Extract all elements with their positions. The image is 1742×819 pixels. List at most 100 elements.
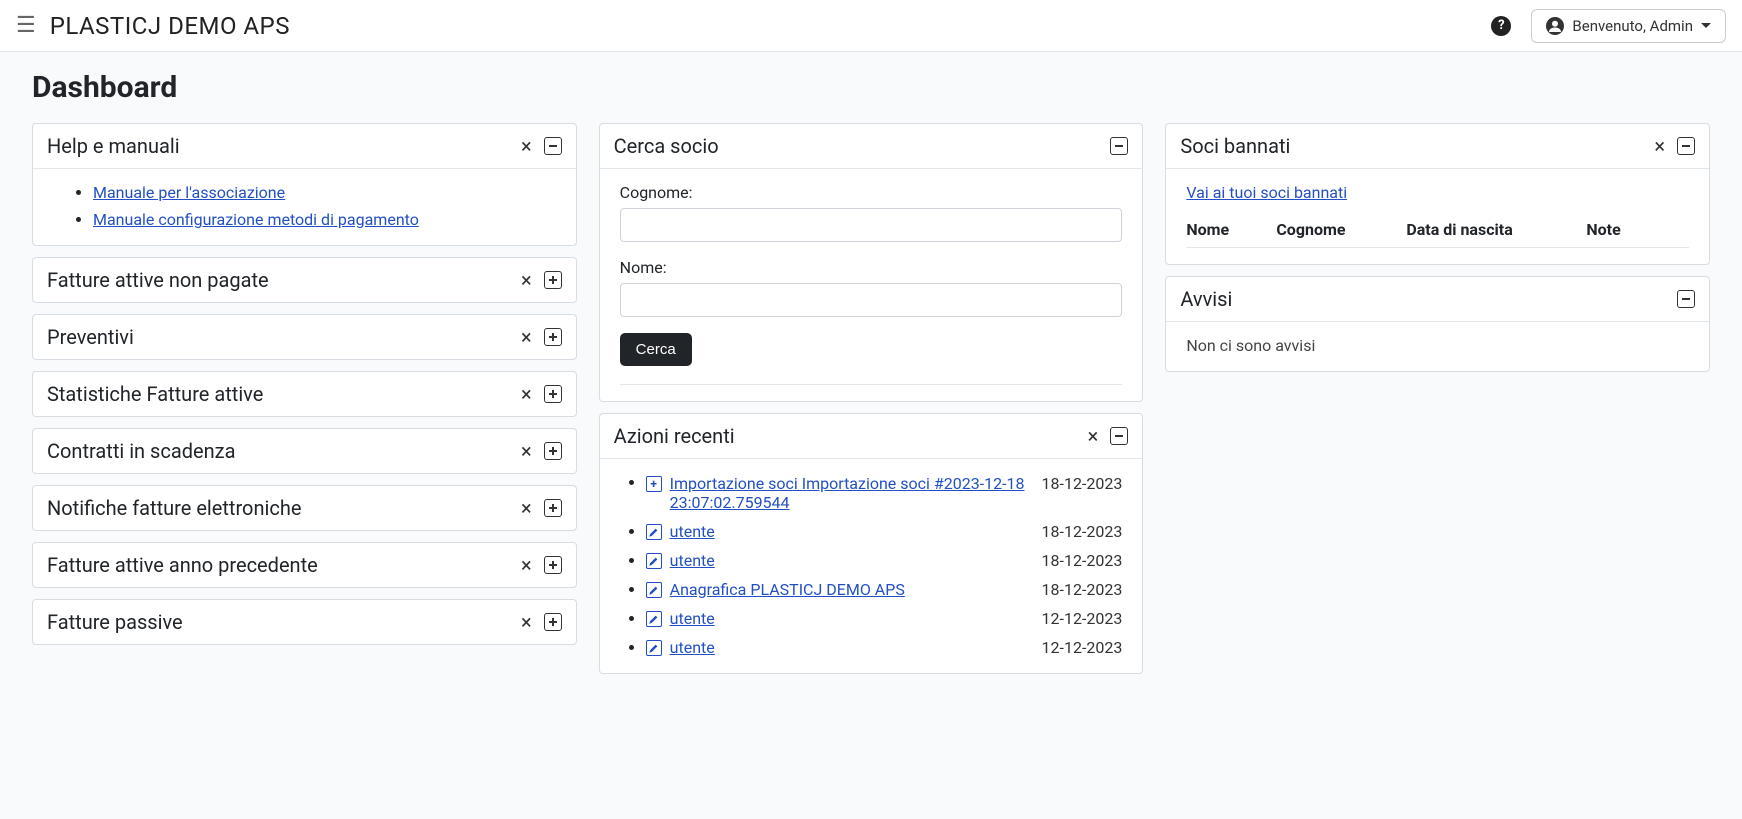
close-icon[interactable]: × bbox=[517, 270, 536, 290]
list-item: utente12-12-2023 bbox=[646, 638, 1123, 657]
panel-notices: Avvisi Non ci sono avvisi bbox=[1165, 276, 1710, 372]
column-2: Cerca socio Cognome: Nome: Cerca bbox=[599, 123, 1144, 674]
panel-title: Soci bannati bbox=[1180, 134, 1650, 158]
close-icon[interactable]: × bbox=[517, 327, 536, 347]
panel-actions: × bbox=[1084, 426, 1129, 446]
edit-icon bbox=[646, 582, 662, 598]
help-icon[interactable]: ? bbox=[1491, 16, 1511, 36]
close-icon[interactable]: × bbox=[517, 441, 536, 461]
recent-action-date: 18-12-2023 bbox=[1042, 580, 1123, 599]
expand-icon[interactable] bbox=[544, 328, 562, 346]
panel-search-member: Cerca socio Cognome: Nome: Cerca bbox=[599, 123, 1144, 402]
panel-header: Contratti in scadenza × bbox=[33, 429, 576, 473]
help-link-0[interactable]: Manuale per l'associazione bbox=[93, 183, 285, 202]
panel-collapsed-6: Fatture passive × bbox=[32, 599, 577, 645]
banned-table-header: Nome Cognome Data di nascita Note bbox=[1186, 212, 1689, 248]
recent-action-link-1[interactable]: utente bbox=[670, 522, 715, 541]
notices-empty-text: Non ci sono avvisi bbox=[1186, 336, 1315, 355]
topbar-right: ? Benvenuto, Admin bbox=[1491, 9, 1726, 43]
collapse-icon[interactable] bbox=[1677, 137, 1695, 155]
form-group-surname: Cognome: bbox=[620, 183, 1123, 242]
panel-collapsed-2: Statistiche Fatture attive × bbox=[32, 371, 577, 417]
panel-collapsed-5: Fatture attive anno precedente × bbox=[32, 542, 577, 588]
list-item: utente12-12-2023 bbox=[646, 609, 1123, 628]
surname-label: Cognome: bbox=[620, 183, 1123, 202]
panel-collapsed-1: Preventivi × bbox=[32, 314, 577, 360]
expand-icon[interactable] bbox=[544, 556, 562, 574]
help-link-1[interactable]: Manuale configurazione metodi di pagamen… bbox=[93, 210, 419, 229]
expand-icon[interactable] bbox=[544, 271, 562, 289]
panel-actions: × bbox=[517, 384, 562, 404]
panel-actions: × bbox=[517, 612, 562, 632]
close-icon[interactable]: × bbox=[517, 612, 536, 632]
panel-header: Statistiche Fatture attive × bbox=[33, 372, 576, 416]
name-input[interactable] bbox=[620, 283, 1123, 317]
panel-title: Preventivi bbox=[47, 325, 517, 349]
close-icon[interactable]: × bbox=[517, 555, 536, 575]
panel-actions bbox=[1110, 137, 1128, 155]
collapse-icon[interactable] bbox=[544, 137, 562, 155]
action-row: Importazione soci Importazione soci #202… bbox=[646, 474, 1123, 512]
page-title: Dashboard bbox=[32, 70, 1710, 105]
panel-collapsed-0: Fatture attive non pagate × bbox=[32, 257, 577, 303]
list-item: Manuale per l'associazione bbox=[93, 183, 556, 202]
recent-action-link-0[interactable]: Importazione soci Importazione soci #202… bbox=[670, 474, 1032, 512]
close-icon[interactable]: × bbox=[517, 498, 536, 518]
recent-action-list: Importazione soci Importazione soci #202… bbox=[620, 473, 1123, 657]
action-row: Anagrafica PLASTICJ DEMO APS 18-12-2023 bbox=[646, 580, 1123, 599]
recent-action-link-3[interactable]: Anagrafica PLASTICJ DEMO APS bbox=[670, 580, 905, 599]
panel-header: Preventivi × bbox=[33, 315, 576, 359]
close-icon[interactable]: × bbox=[517, 136, 536, 156]
panel-actions: × bbox=[517, 555, 562, 575]
panel-header: Help e manuali × bbox=[33, 124, 576, 168]
banned-link[interactable]: Vai ai tuoi soci bannati bbox=[1186, 183, 1347, 202]
menu-toggle-icon[interactable]: ☰ bbox=[16, 13, 36, 38]
panel-title: Cerca socio bbox=[614, 134, 1111, 158]
th-surname: Cognome bbox=[1276, 220, 1406, 239]
panel-banned-members: Soci bannati × Vai ai tuoi soci bannati … bbox=[1165, 123, 1710, 265]
list-item: utente18-12-2023 bbox=[646, 551, 1123, 570]
panel-body: Non ci sono avvisi bbox=[1166, 321, 1709, 371]
user-menu-button[interactable]: Benvenuto, Admin bbox=[1531, 9, 1726, 43]
panel-body: Vai ai tuoi soci bannati Nome Cognome Da… bbox=[1166, 168, 1709, 264]
edit-icon bbox=[646, 553, 662, 569]
expand-icon[interactable] bbox=[544, 442, 562, 460]
action-row: utente12-12-2023 bbox=[646, 609, 1123, 628]
surname-input[interactable] bbox=[620, 208, 1123, 242]
panel-actions: × bbox=[517, 498, 562, 518]
expand-icon[interactable] bbox=[544, 499, 562, 517]
column-1: Help e manuali × Manuale per l'associazi… bbox=[32, 123, 577, 645]
column-3: Soci bannati × Vai ai tuoi soci bannati … bbox=[1165, 123, 1710, 372]
panel-title: Fatture attive non pagate bbox=[47, 268, 517, 292]
panel-header: Fatture attive non pagate × bbox=[33, 258, 576, 302]
recent-action-link-4[interactable]: utente bbox=[670, 609, 715, 628]
search-button[interactable]: Cerca bbox=[620, 333, 692, 366]
panel-header: Soci bannati × bbox=[1166, 124, 1709, 168]
close-icon[interactable]: × bbox=[517, 384, 536, 404]
collapse-icon[interactable] bbox=[1110, 427, 1128, 445]
recent-action-link-2[interactable]: utente bbox=[670, 551, 715, 570]
close-icon[interactable]: × bbox=[1084, 426, 1103, 446]
collapse-icon[interactable] bbox=[1677, 290, 1695, 308]
th-notes: Note bbox=[1586, 220, 1689, 239]
topbar: ☰ PLASTICJ DEMO APS ? Benvenuto, Admin bbox=[0, 0, 1742, 52]
list-item: Importazione soci Importazione soci #202… bbox=[646, 473, 1123, 512]
recent-action-link-5[interactable]: utente bbox=[670, 638, 715, 657]
action-row: utente18-12-2023 bbox=[646, 522, 1123, 541]
list-item: Manuale configurazione metodi di pagamen… bbox=[93, 210, 556, 229]
panel-header: Notifiche fatture elettroniche × bbox=[33, 486, 576, 530]
collapse-icon[interactable] bbox=[1110, 137, 1128, 155]
action-link-wrap: Anagrafica PLASTICJ DEMO APS bbox=[646, 580, 1032, 599]
edit-icon bbox=[646, 640, 662, 656]
chevron-down-icon bbox=[1701, 23, 1711, 28]
panel-body: Manuale per l'associazione Manuale confi… bbox=[33, 168, 576, 245]
close-icon[interactable]: × bbox=[1650, 136, 1669, 156]
action-link-wrap: utente bbox=[646, 638, 1032, 657]
user-greeting: Benvenuto, Admin bbox=[1572, 17, 1693, 35]
expand-icon[interactable] bbox=[544, 385, 562, 403]
panel-header: Fatture attive anno precedente × bbox=[33, 543, 576, 587]
edit-icon bbox=[646, 611, 662, 627]
panel-actions: × bbox=[517, 327, 562, 347]
form-group-name: Nome: bbox=[620, 258, 1123, 317]
expand-icon[interactable] bbox=[544, 613, 562, 631]
